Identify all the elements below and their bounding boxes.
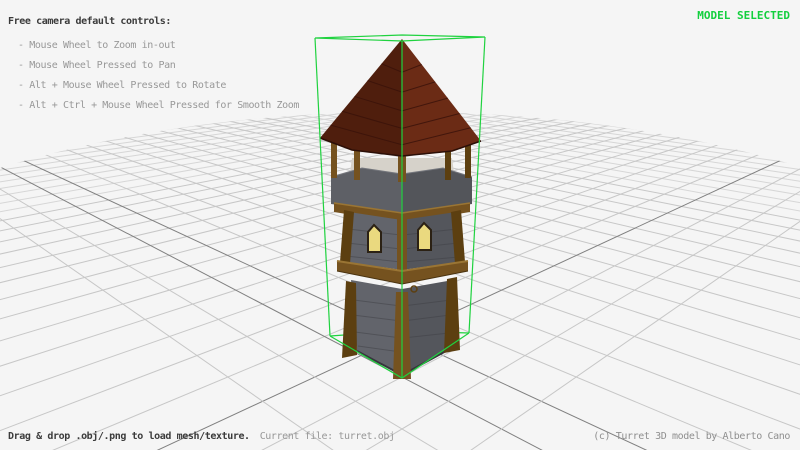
- controls-title: Free camera default controls:: [8, 16, 171, 28]
- control-hint-pan: - Mouse Wheel Pressed to Pan: [18, 60, 175, 72]
- model-selected-status: MODEL SELECTED: [697, 10, 790, 22]
- control-hint-rotate: - Alt + Mouse Wheel Pressed to Rotate: [18, 80, 226, 92]
- drop-hint-text: Drag & drop .obj/.png to load mesh/textu…: [8, 431, 250, 442]
- viewport-3d[interactable]: Free camera default controls: - Mouse Wh…: [0, 0, 800, 450]
- control-hint-zoom: - Mouse Wheel to Zoom in-out: [18, 40, 175, 52]
- drop-hint: Drag & drop .obj/.png to load mesh/textu…: [8, 431, 395, 443]
- control-hint-smooth-zoom: - Alt + Ctrl + Mouse Wheel Pressed for S…: [18, 100, 299, 112]
- model-credit: (c) Turret 3D model by Alberto Cano: [593, 431, 790, 443]
- current-file-label: Current file: turret.obj: [260, 431, 395, 442]
- turret-model[interactable]: [320, 39, 481, 379]
